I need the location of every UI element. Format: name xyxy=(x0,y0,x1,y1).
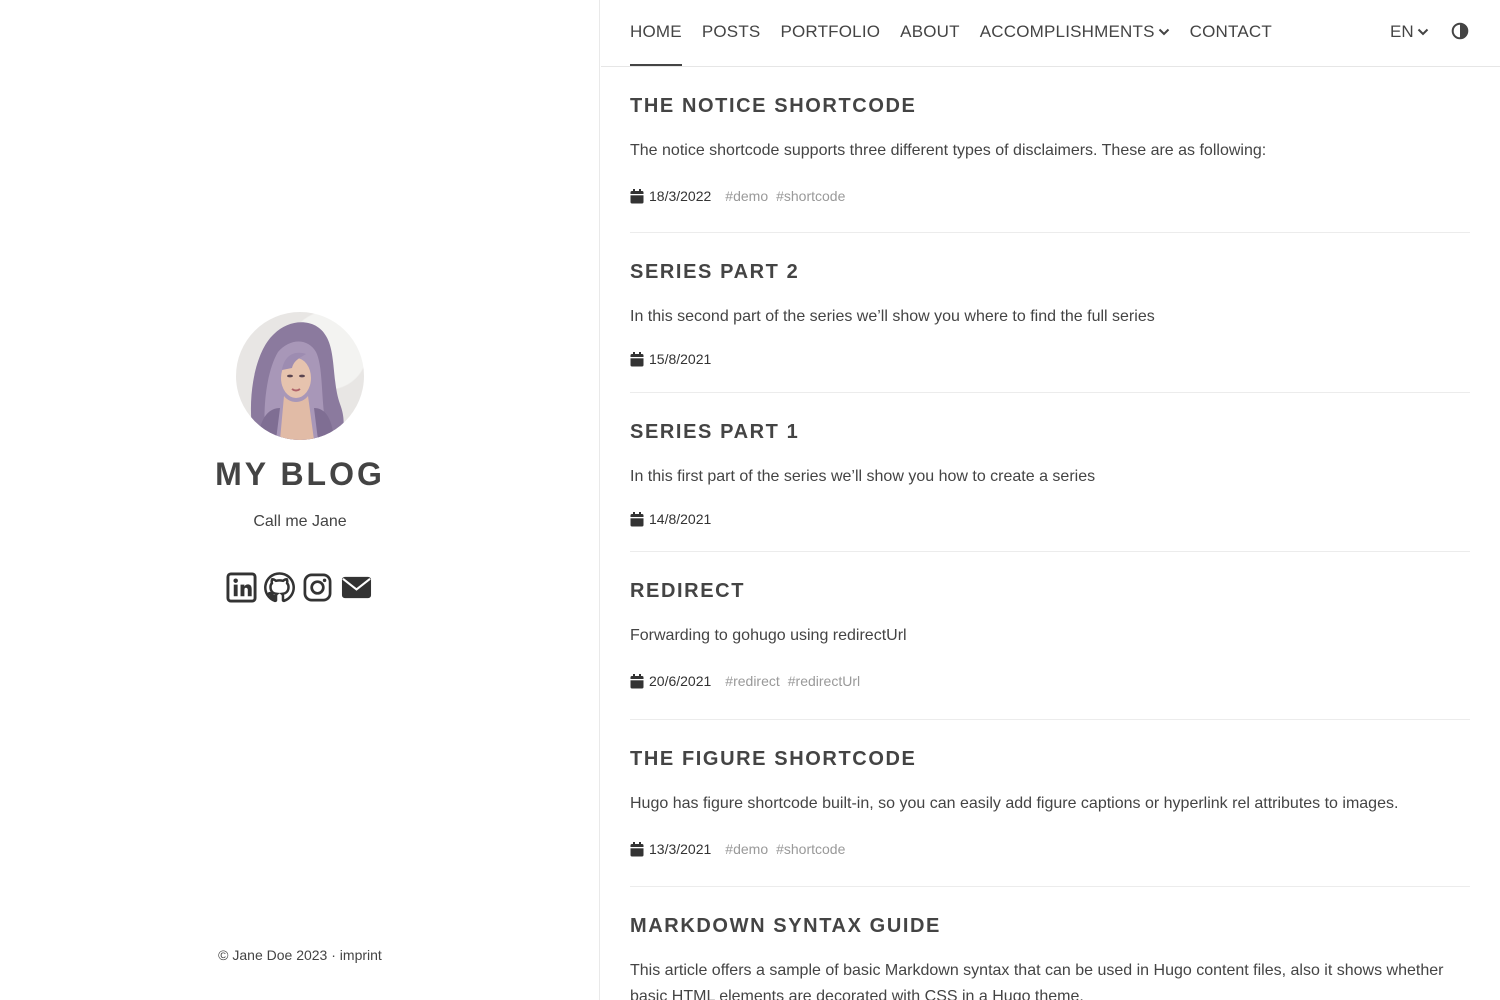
post-date: 14/8/2021 xyxy=(649,511,712,527)
sidebar-footer: © Jane Doe 2023 · imprint xyxy=(0,947,600,963)
nav-posts[interactable]: POSTS xyxy=(702,0,761,66)
blog-title: MY BLOG xyxy=(215,456,385,492)
calendar-icon xyxy=(630,511,644,526)
post-item: SERIES PART 2 In this second part of the… xyxy=(630,233,1470,393)
tag-link[interactable]: #redirect xyxy=(725,673,779,689)
post-meta: 20/6/2021 #redirect #redirectUrl xyxy=(630,673,1470,704)
calendar-icon xyxy=(630,673,644,688)
post-title[interactable]: SERIES PART 1 xyxy=(630,393,1470,444)
post-meta: 14/8/2021 xyxy=(630,511,1470,542)
post-summary: Hugo has figure shortcode built-in, so y… xyxy=(630,795,1399,812)
post-title[interactable]: REDIRECT xyxy=(630,552,1470,603)
sidebar: MY BLOG Call me Jane © Jane Doe 2023 · i… xyxy=(0,0,600,1000)
post-date: 20/6/2021 xyxy=(649,673,712,689)
tag-link[interactable]: #redirectUrl xyxy=(788,673,860,689)
theme-toggle-icon[interactable] xyxy=(1451,22,1469,40)
post-date: 15/8/2021 xyxy=(649,351,712,367)
chevron-down-icon xyxy=(1417,28,1428,35)
avatar[interactable] xyxy=(236,312,364,440)
github-icon[interactable] xyxy=(264,571,295,603)
post-summary: In this first part of the series we’ll s… xyxy=(630,468,1096,485)
nav-home[interactable]: HOME xyxy=(630,0,682,66)
copyright-text: © Jane Doe 2023 · xyxy=(218,947,340,963)
social-links xyxy=(226,570,376,604)
post-summary: In this second part of the series we’ll … xyxy=(630,308,1155,325)
post-item: REDIRECT Forwarding to gohugo using redi… xyxy=(630,552,1470,720)
nav-accomplishments-label: ACCOMPLISHMENTS xyxy=(979,22,1155,41)
calendar-icon xyxy=(630,351,644,366)
linkedin-icon[interactable] xyxy=(226,571,257,603)
post-item: MARKDOWN SYNTAX GUIDE This article offer… xyxy=(630,887,1470,1000)
tag-link[interactable]: #shortcode xyxy=(776,188,845,204)
language-label: EN xyxy=(1390,22,1414,41)
post-summary: Forwarding to gohugo using redirectUrl xyxy=(630,627,907,644)
calendar-icon xyxy=(630,188,644,203)
tag-link[interactable]: #shortcode xyxy=(776,841,845,857)
calendar-icon xyxy=(630,841,644,856)
post-title[interactable]: SERIES PART 2 xyxy=(630,233,1470,284)
post-summary: This article offers a sample of basic Ma… xyxy=(630,962,1444,1000)
top-navigation: HOME POSTS PORTFOLIO ABOUT ACCOMPLISHMEN… xyxy=(601,0,1500,67)
avatar-portrait-image xyxy=(250,322,344,440)
post-date: 18/3/2022 xyxy=(649,188,712,204)
nav-contact[interactable]: CONTACT xyxy=(1190,0,1272,66)
nav-about[interactable]: ABOUT xyxy=(900,0,960,66)
blog-subtitle: Call me Jane xyxy=(253,513,347,530)
nav-accomplishments-dropdown[interactable]: ACCOMPLISHMENTS xyxy=(980,0,1170,66)
post-meta: 13/3/2021 #demo #shortcode xyxy=(630,841,1470,872)
post-item: SERIES PART 1 In this first part of the … xyxy=(630,393,1470,552)
tag-link[interactable]: #demo xyxy=(725,188,768,204)
post-list: THE NOTICE SHORTCODE The notice shortcod… xyxy=(630,67,1470,1000)
instagram-icon[interactable] xyxy=(302,572,333,603)
tag-link[interactable]: #demo xyxy=(725,841,768,857)
post-date: 13/3/2021 xyxy=(649,841,712,857)
post-meta: 18/3/2022 #demo #shortcode xyxy=(630,188,1470,219)
post-item: THE FIGURE SHORTCODE Hugo has figure sho… xyxy=(630,720,1470,887)
post-item: THE NOTICE SHORTCODE The notice shortcod… xyxy=(630,67,1470,233)
language-selector[interactable]: EN xyxy=(1390,22,1429,42)
post-title[interactable]: THE FIGURE SHORTCODE xyxy=(630,720,1470,771)
post-title[interactable]: THE NOTICE SHORTCODE xyxy=(630,67,1470,118)
post-title[interactable]: MARKDOWN SYNTAX GUIDE xyxy=(630,887,1470,938)
chevron-down-icon xyxy=(1158,28,1169,35)
post-summary: The notice shortcode supports three diff… xyxy=(630,142,1267,159)
nav-portfolio[interactable]: PORTFOLIO xyxy=(780,0,880,66)
imprint-link[interactable]: imprint xyxy=(340,947,382,963)
post-meta: 15/8/2021 xyxy=(630,351,1470,382)
email-icon[interactable] xyxy=(340,572,373,603)
